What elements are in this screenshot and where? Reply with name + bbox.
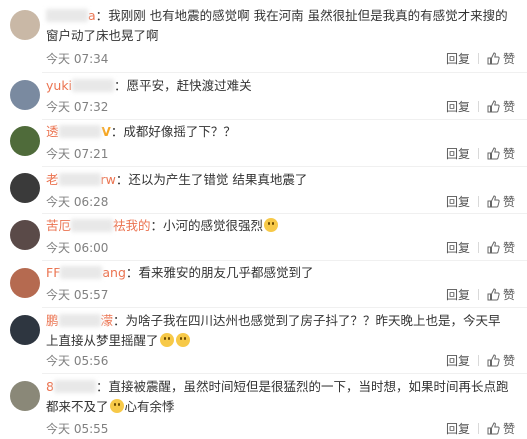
avatar[interactable] — [10, 80, 40, 110]
divider — [477, 53, 479, 64]
avatar[interactable] — [10, 315, 40, 345]
comment-text: 为啥子我在四川达州也感觉到了房子抖了？？昨天晚上也是，今天早上直接从梦里摇醒了 — [46, 313, 501, 348]
comment-text: 看来雅安的朋友几乎都感觉到了 — [138, 265, 314, 280]
emoji-icon — [175, 333, 190, 347]
avatar[interactable] — [10, 268, 40, 298]
timestamp: 今天 07:32 — [46, 100, 109, 114]
separator — [42, 307, 527, 308]
thumbs-up-icon — [487, 100, 500, 113]
thumbs-up-icon — [487, 288, 500, 301]
thumbs-up-icon — [487, 52, 500, 65]
reply-button[interactable]: 回复 — [446, 145, 470, 162]
divider — [477, 148, 479, 159]
username[interactable]: 鹏濛 — [46, 313, 113, 328]
avatar[interactable] — [10, 173, 40, 203]
username[interactable]: 8 — [46, 379, 96, 394]
comment-text: 愿平安，赶快渡过难关 — [126, 78, 252, 93]
reply-button[interactable]: 回复 — [446, 286, 470, 303]
like-button[interactable]: 赞 — [487, 98, 515, 115]
comment-text: 小河的感觉很强烈 — [163, 218, 264, 233]
divider — [477, 196, 479, 207]
comment-text: 还以为产生了错觉 结果真地震了 — [128, 172, 308, 187]
username[interactable]: 苦厄 祛我的 — [46, 218, 151, 233]
reply-button[interactable]: 回复 — [446, 193, 470, 210]
reply-button[interactable]: 回复 — [446, 352, 470, 369]
timestamp: 今天 05:55 — [46, 422, 109, 436]
comment-text: 成都好像摇了下？？ — [123, 124, 236, 139]
separator — [42, 213, 527, 214]
username[interactable]: FF ang — [46, 265, 126, 280]
like-button[interactable]: 赞 — [487, 239, 515, 256]
reply-button[interactable]: 回复 — [446, 98, 470, 115]
timestamp: 今天 06:28 — [46, 195, 109, 209]
separator — [42, 260, 527, 261]
timestamp: 今天 07:21 — [46, 147, 109, 161]
avatar[interactable] — [10, 381, 40, 411]
like-button[interactable]: 赞 — [487, 193, 515, 210]
like-button[interactable]: 赞 — [487, 420, 515, 437]
like-button[interactable]: 赞 — [487, 145, 515, 162]
divider — [477, 289, 479, 300]
like-button[interactable]: 赞 — [487, 50, 515, 67]
avatar[interactable] — [10, 10, 40, 40]
thumbs-up-icon — [487, 195, 500, 208]
timestamp: 今天 05:56 — [46, 354, 109, 368]
comment-text-suffix: 心有余悸 — [124, 399, 175, 414]
separator — [42, 166, 527, 167]
username[interactable]: yuki — [46, 78, 115, 93]
thumbs-up-icon — [487, 147, 500, 160]
separator — [42, 72, 527, 73]
username[interactable]: 透 — [46, 124, 101, 139]
timestamp: 今天 06:00 — [46, 241, 109, 255]
thumbs-up-icon — [487, 422, 500, 435]
username[interactable]: a — [46, 8, 96, 23]
emoji-icon — [159, 333, 174, 347]
emoji-icon — [264, 218, 279, 232]
emoji-icon — [109, 399, 124, 413]
divider — [477, 101, 479, 112]
thumbs-up-icon — [487, 241, 500, 254]
separator — [42, 119, 527, 120]
reply-button[interactable]: 回复 — [446, 239, 470, 256]
username[interactable]: 老 rw — [46, 172, 116, 187]
separator — [42, 373, 527, 374]
divider — [477, 423, 479, 434]
timestamp: 今天 07:34 — [46, 52, 109, 66]
comment-text: 我刚刚 也有地震的感觉啊 我在河南 虽然很扯但是我真的有感觉才来搜的 窗户动了床… — [46, 8, 508, 43]
reply-button[interactable]: 回复 — [446, 50, 470, 67]
verified-badge-icon: V — [101, 125, 111, 139]
divider — [477, 355, 479, 366]
like-button[interactable]: 赞 — [487, 352, 515, 369]
reply-button[interactable]: 回复 — [446, 420, 470, 437]
divider — [477, 242, 479, 253]
avatar[interactable] — [10, 220, 40, 250]
thumbs-up-icon — [487, 354, 500, 367]
like-button[interactable]: 赞 — [487, 286, 515, 303]
timestamp: 今天 05:57 — [46, 288, 109, 302]
avatar[interactable] — [10, 126, 40, 156]
